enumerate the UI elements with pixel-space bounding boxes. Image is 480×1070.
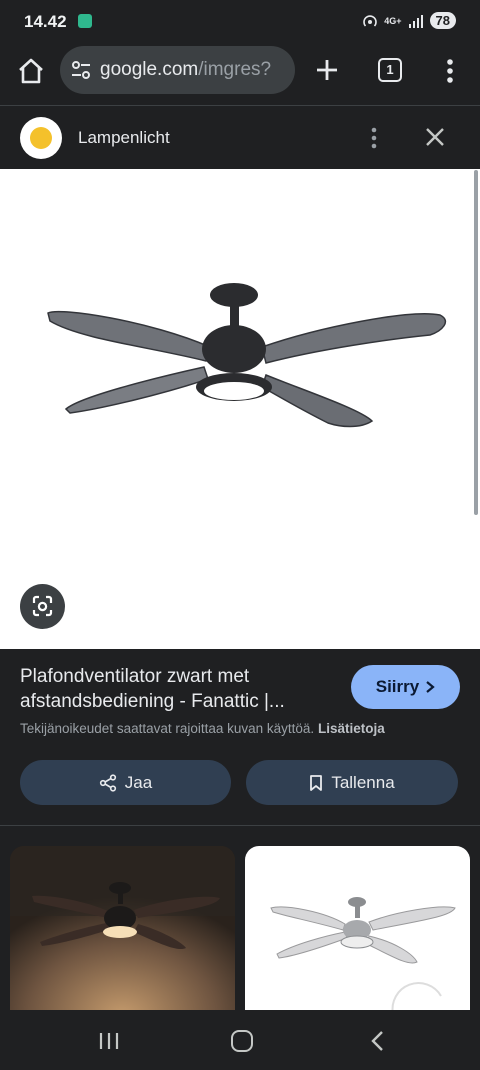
related-fan-image [10,846,235,1016]
hotspot-icon [363,14,378,27]
status-time: 14.42 [24,12,67,31]
more-info-link[interactable]: Lisätietoja [318,721,385,736]
url-path: /imgres? [198,59,272,80]
share-button[interactable]: Jaa [20,760,231,805]
more-vert-icon[interactable] [364,125,384,151]
status-bar: 14.42 4G+ 78 [0,0,480,42]
share-button-label: Jaa [124,772,153,792]
call-indicator-icon [78,14,92,28]
tab-switcher-button[interactable]: 1 [378,58,402,82]
scrollbar[interactable] [474,170,478,515]
battery-level: 78 [429,12,456,29]
home-icon[interactable] [16,56,46,86]
plus-icon[interactable] [314,57,340,83]
visit-button[interactable]: Siirry [351,665,460,709]
home-nav-icon[interactable] [231,1030,253,1052]
site-name: Lampenlicht [78,128,170,147]
related-fan-image [270,897,456,1015]
status-icons: 4G+ 78 [362,12,456,29]
share-icon [99,773,116,792]
sheet-header: Lampenlicht [0,107,480,169]
ceiling-fan-image [47,283,447,428]
address-bar[interactable]: google.com/imgres? [60,46,295,94]
system-nav-bar [0,1010,480,1070]
back-icon[interactable] [368,1030,388,1052]
recent-apps-icon[interactable] [98,1032,120,1050]
network-type: 4G+ [384,15,402,26]
google-lens-button[interactable] [20,584,65,629]
copyright-notice: Tekijänoikeudet saattavat rajoittaa kuva… [20,721,385,736]
more-vert-icon[interactable] [438,56,462,86]
tune-icon[interactable] [70,59,92,81]
visit-button-label: Siirry [375,677,420,696]
google-lens-icon [32,595,53,617]
close-icon[interactable] [423,125,447,149]
url-text[interactable]: google.com/imgres? [100,59,271,81]
browser-toolbar: google.com/imgres? 1 [0,42,480,106]
copyright-text: Tekijänoikeudet saattavat rajoittaa kuva… [20,721,315,736]
related-image-card[interactable] [10,846,235,1016]
save-button-label: Tallenna [331,772,395,792]
url-host: google.com [100,59,199,80]
chevron-right-icon [426,681,435,693]
bookmark-icon [310,774,323,791]
related-images [0,826,480,1016]
site-logo [20,117,62,159]
save-button[interactable]: Tallenna [246,760,458,805]
image-info-panel: Plafondventilator zwart met afstandsbedi… [0,650,480,825]
signal-icon [408,14,423,28]
result-title[interactable]: Plafondventilator zwart met afstandsbedi… [20,664,330,714]
preview-image[interactable] [0,169,480,649]
related-image-card[interactable] [245,846,470,1016]
